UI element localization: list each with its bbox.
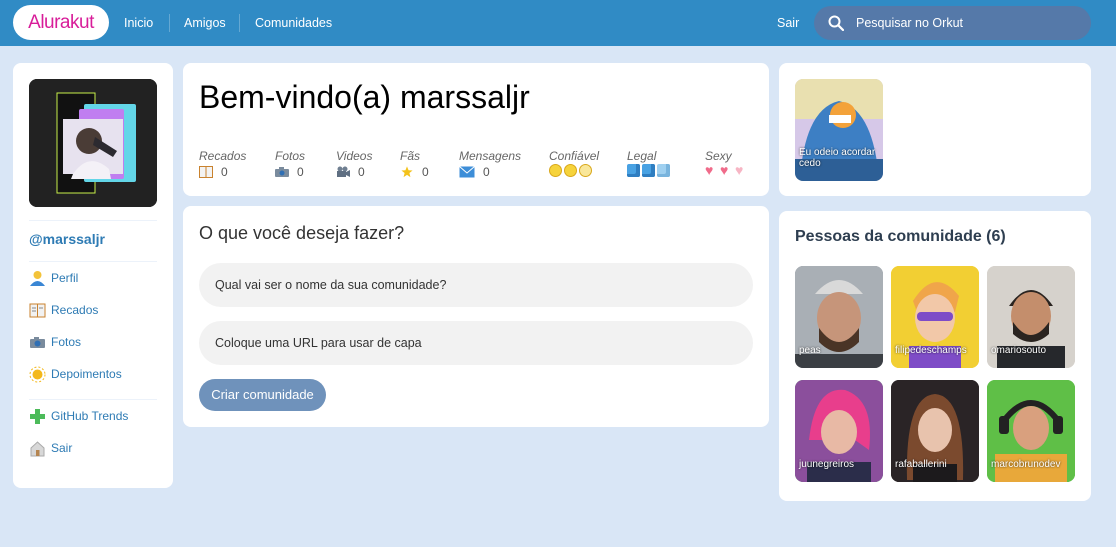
- ice-cube-icon: [642, 164, 655, 177]
- menu-item-fotos[interactable]: Fotos: [29, 332, 81, 352]
- menu-item-label: Perfil: [51, 271, 79, 285]
- book-icon: [29, 302, 46, 319]
- nav-link-amigos[interactable]: Amigos: [184, 0, 226, 46]
- profile-sidebar: @marssaljr Perfil Recados Fotos Depoimen…: [13, 63, 173, 488]
- person-thumb[interactable]: juunegreiros: [795, 380, 883, 482]
- rating-label: Sexy: [705, 149, 732, 163]
- ice-cube-icon: [657, 164, 670, 177]
- stat-fotos: Fotos 0: [275, 149, 305, 180]
- stat-recados: Recados 0: [199, 149, 246, 180]
- divider: [29, 220, 157, 221]
- nav-logout-link[interactable]: Sair: [777, 0, 799, 46]
- community-people-card: Pessoas da comunidade (6) peas filipedes…: [779, 211, 1091, 501]
- stat-videos: Videos 0: [336, 149, 372, 180]
- plus-icon: [29, 408, 46, 425]
- community-name-input[interactable]: Qual vai ser o nome da sua comunidade?: [199, 263, 753, 307]
- profile-avatar[interactable]: [29, 79, 157, 207]
- person-name: peas: [799, 345, 821, 356]
- stat-label: Videos: [336, 149, 373, 163]
- nav-link-comunidades[interactable]: Comunidades: [255, 0, 332, 46]
- person-thumb[interactable]: omariosouto: [987, 266, 1075, 368]
- stat-label: Fãs: [400, 149, 421, 163]
- create-community-card: O que você deseja fazer? Qual vai ser o …: [183, 206, 769, 427]
- person-name: filipedeschamps: [895, 345, 967, 356]
- book-icon: [199, 166, 213, 178]
- menu-item-label: Recados: [51, 303, 99, 317]
- person-thumb[interactable]: peas: [795, 266, 883, 368]
- stat-value: 0: [422, 165, 429, 179]
- nav-divider: [239, 14, 240, 32]
- menu-item-recados[interactable]: Recados: [29, 300, 98, 320]
- rating-confiavel: Confiável: [549, 149, 599, 177]
- rating-legal: Legal: [627, 149, 672, 177]
- envelope-icon: [459, 166, 475, 178]
- communities-card: Eu odeio acordar cedo: [779, 63, 1091, 196]
- logout-icon: [29, 440, 46, 457]
- person-thumb[interactable]: filipedeschamps: [891, 266, 979, 368]
- alurakut-logo[interactable]: Alurakut: [13, 5, 109, 40]
- ice-cube-rating: [627, 164, 672, 177]
- star-icon: [401, 166, 413, 178]
- person-name: juunegreiros: [799, 459, 855, 470]
- avatar-image: [29, 79, 157, 207]
- menu-item-label: Depoimentos: [51, 367, 122, 381]
- ice-cube-icon: [627, 164, 640, 177]
- nav-divider: [169, 14, 170, 32]
- profile-username-link[interactable]: @marssaljr: [29, 231, 105, 247]
- rating-label: Confiável: [549, 149, 600, 163]
- rating-label: Legal: [627, 149, 657, 163]
- search-input[interactable]: Pesquisar no Orkut: [856, 6, 963, 40]
- welcome-card: Bem-vindo(a) marssaljr Recados 0 Fotos 0…: [183, 63, 769, 196]
- menu-item-depoimentos[interactable]: Depoimentos: [29, 364, 122, 384]
- person-thumb[interactable]: rafaballerini: [891, 380, 979, 482]
- community-cover-url-input[interactable]: Coloque uma URL para usar de capa: [199, 321, 753, 365]
- smiley-icon: [564, 164, 577, 177]
- top-navigation-bar: Alurakut Inicio Amigos Comunidades Sair …: [0, 0, 1116, 46]
- stat-label: Fotos: [275, 149, 306, 163]
- stat-value: 0: [358, 165, 365, 179]
- divider: [29, 261, 157, 262]
- user-icon: [29, 270, 46, 287]
- stat-label: Mensagens: [459, 149, 522, 163]
- stat-value: 0: [297, 165, 304, 179]
- menu-item-label: GitHub Trends: [51, 409, 129, 423]
- create-community-title: O que você deseja fazer?: [199, 223, 405, 243]
- smiley-icon: [549, 164, 562, 177]
- stat-value: 0: [483, 165, 490, 179]
- menu-item-sair[interactable]: Sair: [29, 438, 72, 458]
- person-thumb[interactable]: marcobrunodev: [987, 380, 1075, 482]
- person-name: omariosouto: [991, 345, 1047, 356]
- nav-link-inicio[interactable]: Inicio: [124, 0, 153, 46]
- sun-icon: [29, 366, 46, 383]
- camera-icon: [275, 167, 289, 177]
- video-camera-icon: [337, 166, 350, 177]
- stat-label: Recados: [199, 149, 247, 163]
- menu-item-perfil[interactable]: Perfil: [29, 268, 78, 288]
- smiley-rating: [549, 164, 599, 177]
- heart-rating: ♥ ♥ ♥: [705, 162, 750, 178]
- create-community-button[interactable]: Criar comunidade: [199, 379, 326, 411]
- search-bar[interactable]: Pesquisar no Orkut: [814, 6, 1091, 40]
- rating-sexy: Sexy ♥ ♥ ♥: [705, 149, 750, 177]
- community-name: Eu odeio acordar cedo: [799, 147, 876, 169]
- person-name: marcobrunodev: [991, 459, 1061, 470]
- heart-icon: ♥: [735, 162, 744, 178]
- menu-item-label: Sair: [51, 441, 73, 455]
- stat-fas: Fãs 0: [400, 149, 429, 180]
- community-thumb[interactable]: Eu odeio acordar cedo: [795, 79, 883, 181]
- person-name: rafaballerini: [895, 459, 947, 470]
- menu-item-github-trends[interactable]: GitHub Trends: [29, 406, 128, 426]
- heart-icon: ♥: [720, 162, 729, 178]
- stat-mensagens: Mensagens 0: [459, 149, 521, 180]
- search-icon: [828, 15, 844, 31]
- camera-icon: [29, 334, 46, 351]
- community-people-title: Pessoas da comunidade (6): [795, 228, 1006, 245]
- menu-item-label: Fotos: [51, 335, 82, 349]
- smiley-icon: [579, 164, 592, 177]
- welcome-title: Bem-vindo(a) marssaljr: [199, 79, 530, 115]
- stat-value: 0: [221, 165, 228, 179]
- heart-icon: ♥: [705, 162, 714, 178]
- divider: [29, 399, 157, 400]
